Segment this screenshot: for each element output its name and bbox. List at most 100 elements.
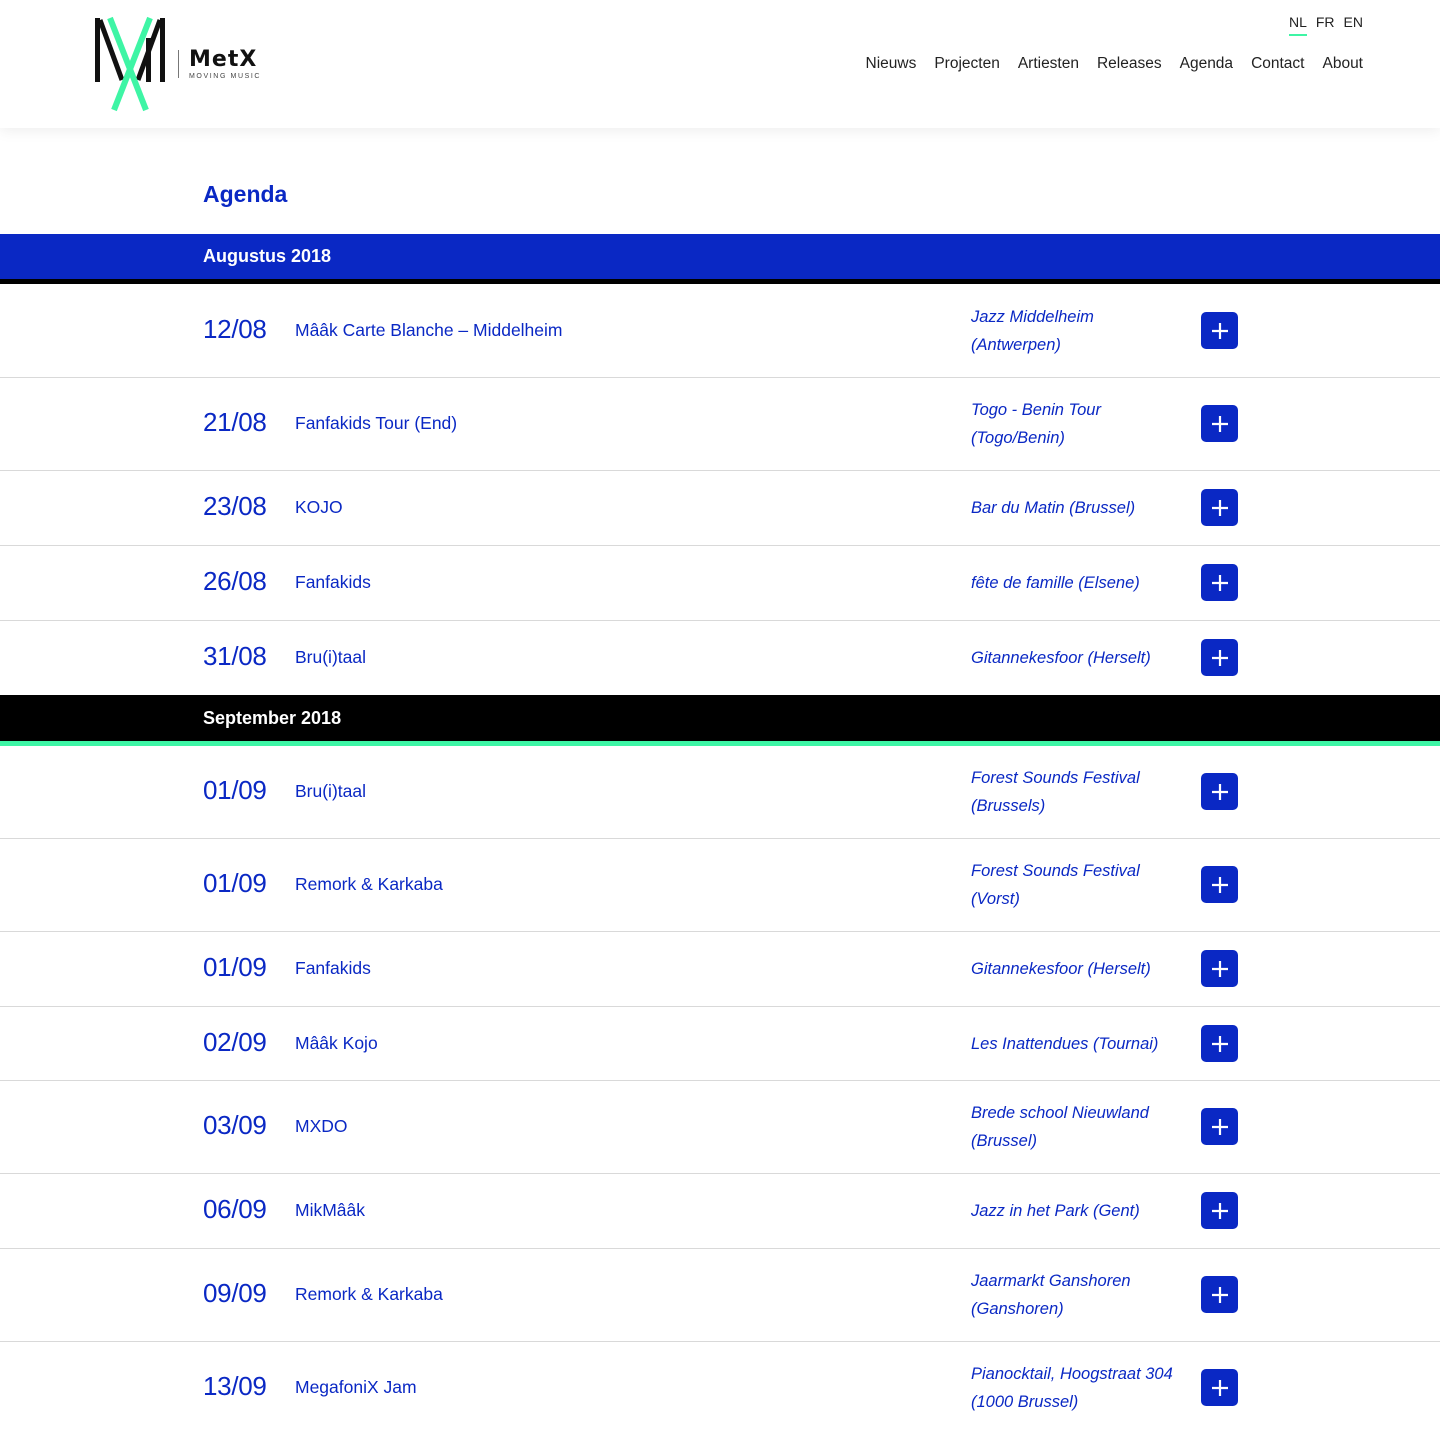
brand-name: MetX [189,46,258,72]
expand-button[interactable] [1201,773,1238,810]
expand-button[interactable] [1201,1192,1238,1229]
plus-icon [1211,415,1228,432]
event-venue: Jazz Middelheim (Antwerpen) [971,308,1094,354]
expand-button[interactable] [1201,1108,1238,1145]
expand-button[interactable] [1201,866,1238,903]
agenda-row: 26/08 Fanfakids fête de famille (Elsene) [0,546,1440,621]
nav-item-projecten[interactable]: Projecten [934,55,999,73]
event-title[interactable]: Bru(i)taal [295,781,366,802]
lang-nl[interactable]: NL [1288,14,1307,36]
event-venue: Les Inattendues (Tournai) [971,1035,1159,1053]
plus-icon [1211,649,1228,666]
nav-item-artiesten[interactable]: Artiesten [1018,55,1079,73]
event-title[interactable]: Fanfakids [295,958,371,979]
event-title[interactable]: KOJO [295,497,343,518]
expand-button[interactable] [1201,312,1238,349]
expand-button[interactable] [1201,950,1238,987]
event-date: 13/09 [203,1371,267,1401]
plus-icon [1211,783,1228,800]
language-switcher: NL FR EN [1288,14,1363,36]
event-title[interactable]: Fanfakids Tour (End) [295,413,457,434]
plus-icon [1211,322,1228,339]
plus-icon [1211,499,1228,516]
plus-icon [1211,1035,1228,1052]
event-date: 09/09 [203,1278,267,1308]
event-date: 21/08 [203,407,267,437]
event-venue: Bar du Matin (Brussel) [971,499,1136,517]
event-venue: Pianocktail, Hoogstraat 304 (1000 Brusse… [971,1365,1173,1411]
event-title[interactable]: Mââk Kojo [295,1033,378,1054]
event-date: 01/09 [203,775,267,805]
logo-text: MetX MOVING MUSIC [189,46,262,80]
agenda-row: 01/09 Remork & Karkaba Forest Sounds Fes… [0,839,1440,932]
site-header: MetX MOVING MUSIC NL FR EN Nieuws Projec… [0,0,1440,128]
plus-icon [1211,960,1228,977]
expand-button[interactable] [1201,1276,1238,1313]
expand-button[interactable] [1201,405,1238,442]
plus-icon [1211,876,1228,893]
event-date: 02/09 [203,1027,267,1057]
event-venue: Forest Sounds Festival (Vorst) [971,862,1140,908]
event-date: 01/09 [203,868,267,898]
event-date: 26/08 [203,566,267,596]
agenda-row: 23/08 KOJO Bar du Matin (Brussel) [0,471,1440,546]
agenda-row: 21/08 Fanfakids Tour (End) Togo - Benin … [0,378,1440,471]
event-date: 31/08 [203,641,267,671]
event-venue: Togo - Benin Tour (Togo/Benin) [971,401,1101,447]
expand-button[interactable] [1201,1025,1238,1062]
page-title: Agenda [203,181,288,207]
plus-icon [1211,1286,1228,1303]
plus-icon [1211,1202,1228,1219]
agenda-row: 09/09 Remork & Karkaba Jaarmarkt Ganshor… [0,1249,1440,1342]
expand-button[interactable] [1201,489,1238,526]
nav-item-contact[interactable]: Contact [1251,55,1304,73]
plus-icon [1211,574,1228,591]
agenda-row: 13/09 MegafoniX Jam Pianocktail, Hoogstr… [0,1342,1440,1434]
event-date: 12/08 [203,314,267,344]
event-venue: Gitannekesfoor (Herselt) [971,649,1151,667]
event-date: 06/09 [203,1194,267,1224]
nav-item-releases[interactable]: Releases [1097,55,1162,73]
event-title[interactable]: MegafoniX Jam [295,1377,417,1398]
event-venue: Jaarmarkt Ganshoren (Ganshoren) [971,1272,1131,1318]
agenda-row: 31/08 Bru(i)taal Gitannekesfoor (Herselt… [0,621,1440,695]
nav-item-agenda[interactable]: Agenda [1180,55,1233,73]
agenda-row: 12/08 Mââk Carte Blanche – Middelheim Ja… [0,284,1440,378]
lang-en[interactable]: EN [1344,14,1363,36]
plus-icon [1211,1118,1228,1135]
month-header: Augustus 2018 [0,234,1440,284]
metx-logo-mark-icon [95,16,165,112]
event-date: 23/08 [203,491,267,521]
event-venue: Gitannekesfoor (Herselt) [971,960,1151,978]
event-date: 03/09 [203,1110,267,1140]
event-date: 01/09 [203,952,267,982]
plus-icon [1211,1379,1228,1396]
month-header: September 2018 [0,695,1440,746]
event-title[interactable]: Bru(i)taal [295,647,366,668]
event-title[interactable]: Remork & Karkaba [295,1284,443,1305]
nav-item-about[interactable]: About [1322,55,1363,73]
expand-button[interactable] [1201,564,1238,601]
agenda-row: 01/09 Fanfakids Gitannekesfoor (Herselt) [0,932,1440,1007]
event-title[interactable]: MikMââk [295,1200,365,1221]
expand-button[interactable] [1201,639,1238,676]
lang-fr[interactable]: FR [1316,14,1335,36]
event-title[interactable]: Mââk Carte Blanche – Middelheim [295,320,563,341]
agenda-row: 03/09 MXDO Brede school Nieuwland (Bruss… [0,1081,1440,1174]
logo[interactable]: MetX MOVING MUSIC [94,16,261,112]
main-nav: Nieuws Projecten Artiesten Releases Agen… [866,55,1364,73]
event-venue: fête de famille (Elsene) [971,574,1140,592]
expand-button[interactable] [1201,1369,1238,1406]
event-venue: Jazz in het Park (Gent) [971,1202,1140,1220]
event-title[interactable]: MXDO [295,1116,348,1137]
agenda-row: 02/09 Mââk Kojo Les Inattendues (Tournai… [0,1007,1440,1081]
event-title[interactable]: Fanfakids [295,572,371,593]
event-venue: Forest Sounds Festival (Brussels) [971,769,1140,815]
nav-item-nieuws[interactable]: Nieuws [866,55,917,73]
agenda-row: 01/09 Bru(i)taal Forest Sounds Festival … [0,746,1440,839]
brand-tagline: MOVING MUSIC [189,72,262,80]
logo-divider [178,50,179,78]
event-venue: Brede school Nieuwland (Brussel) [971,1104,1149,1150]
agenda-row: 06/09 MikMââk Jazz in het Park (Gent) [0,1174,1440,1249]
event-title[interactable]: Remork & Karkaba [295,874,443,895]
